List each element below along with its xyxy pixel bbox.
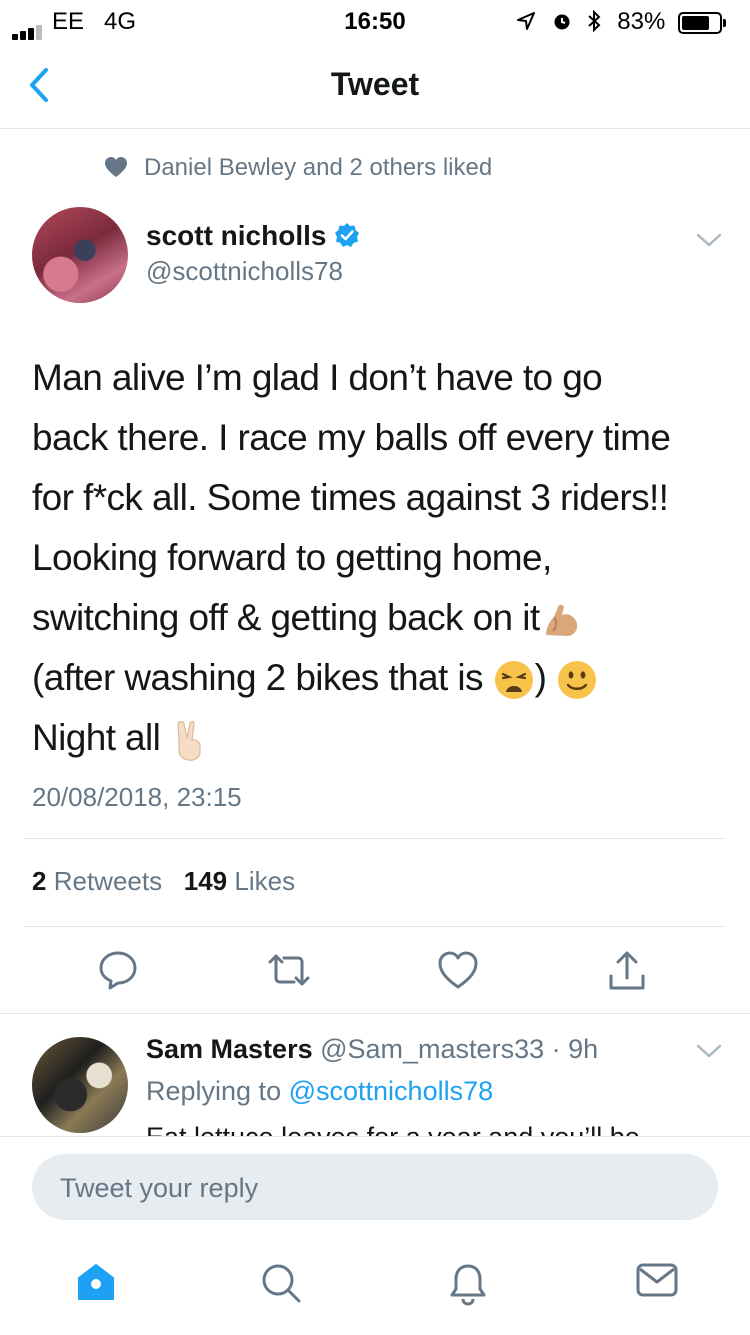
reply-icon[interactable] (98, 950, 138, 990)
chevron-down-icon[interactable] (696, 232, 722, 248)
reply-chevron-down-icon[interactable] (696, 1043, 722, 1059)
author-handle[interactable]: @scottnicholls78 (146, 256, 343, 287)
tweet-line: Man alive I’m glad I don’t have to go (32, 357, 603, 398)
reply-input[interactable] (58, 1154, 682, 1222)
flexed-biceps-emoji-icon (545, 604, 577, 637)
replying-to-link[interactable]: @scottnicholls78 (289, 1076, 494, 1106)
bluetooth-icon (587, 9, 601, 33)
divider (24, 926, 726, 927)
tweet-text: Man alive I’m glad I don’t have to go ba… (32, 348, 722, 768)
replying-to: Replying to @scottnicholls78 (146, 1076, 494, 1106)
share-icon[interactable] (606, 950, 648, 992)
like-icon[interactable] (437, 950, 479, 990)
likes-stat[interactable]: 149 Likes (184, 866, 295, 896)
weary-face-emoji-icon (494, 661, 533, 700)
alarm-icon (554, 14, 570, 30)
reply-author-avatar[interactable] (32, 1037, 128, 1133)
tweet-line: (after washing 2 bikes that is ) (32, 648, 722, 708)
location-arrow-icon (517, 12, 536, 30)
navigation-bar: Tweet (0, 42, 750, 129)
notifications-icon[interactable] (448, 1262, 488, 1306)
reply-composer[interactable] (32, 1154, 718, 1222)
home-icon[interactable] (76, 1262, 116, 1302)
retweet-icon[interactable] (266, 950, 312, 990)
tweet-line: switching off & getting back on it (32, 588, 722, 648)
divider (24, 838, 726, 839)
tweet-timestamp: 20/08/2018, 23:15 (32, 782, 242, 812)
reply-author[interactable]: Sam Masters @Sam_masters33 · 9h (146, 1034, 598, 1065)
author-name[interactable]: scott nicholls (146, 220, 360, 252)
page-title: Tweet (330, 66, 420, 102)
messages-icon[interactable] (636, 1262, 678, 1298)
smiling-face-emoji-icon (558, 661, 597, 700)
tweet-stats: 2 Retweets 149 Likes (32, 866, 295, 897)
tweet-line: for f*ck all. Some times against 3 rider… (32, 477, 669, 518)
reply-text: Eat lettuce leaves for a year and you’ll… (146, 1118, 736, 1136)
heart-icon (105, 157, 127, 177)
divider (0, 1013, 750, 1014)
retweets-stat[interactable]: 2 Retweets (32, 866, 162, 896)
search-icon[interactable] (260, 1262, 302, 1304)
social-context-text: Daniel Bewley and 2 others liked (144, 154, 493, 181)
tweet-line: Looking forward to getting home, (32, 537, 552, 578)
tweet-line: Night all (32, 708, 722, 768)
battery-percent: 83% (617, 8, 666, 35)
author-avatar[interactable] (32, 207, 128, 303)
verified-badge-icon (335, 223, 360, 247)
status-right: 83% (517, 8, 726, 36)
status-bar: EE 4G 16:50 83% (0, 0, 750, 42)
victory-hand-emoji-icon (177, 721, 201, 762)
battery-icon (678, 11, 726, 34)
tweet-line: back there. I race my balls off every ti… (32, 417, 671, 458)
